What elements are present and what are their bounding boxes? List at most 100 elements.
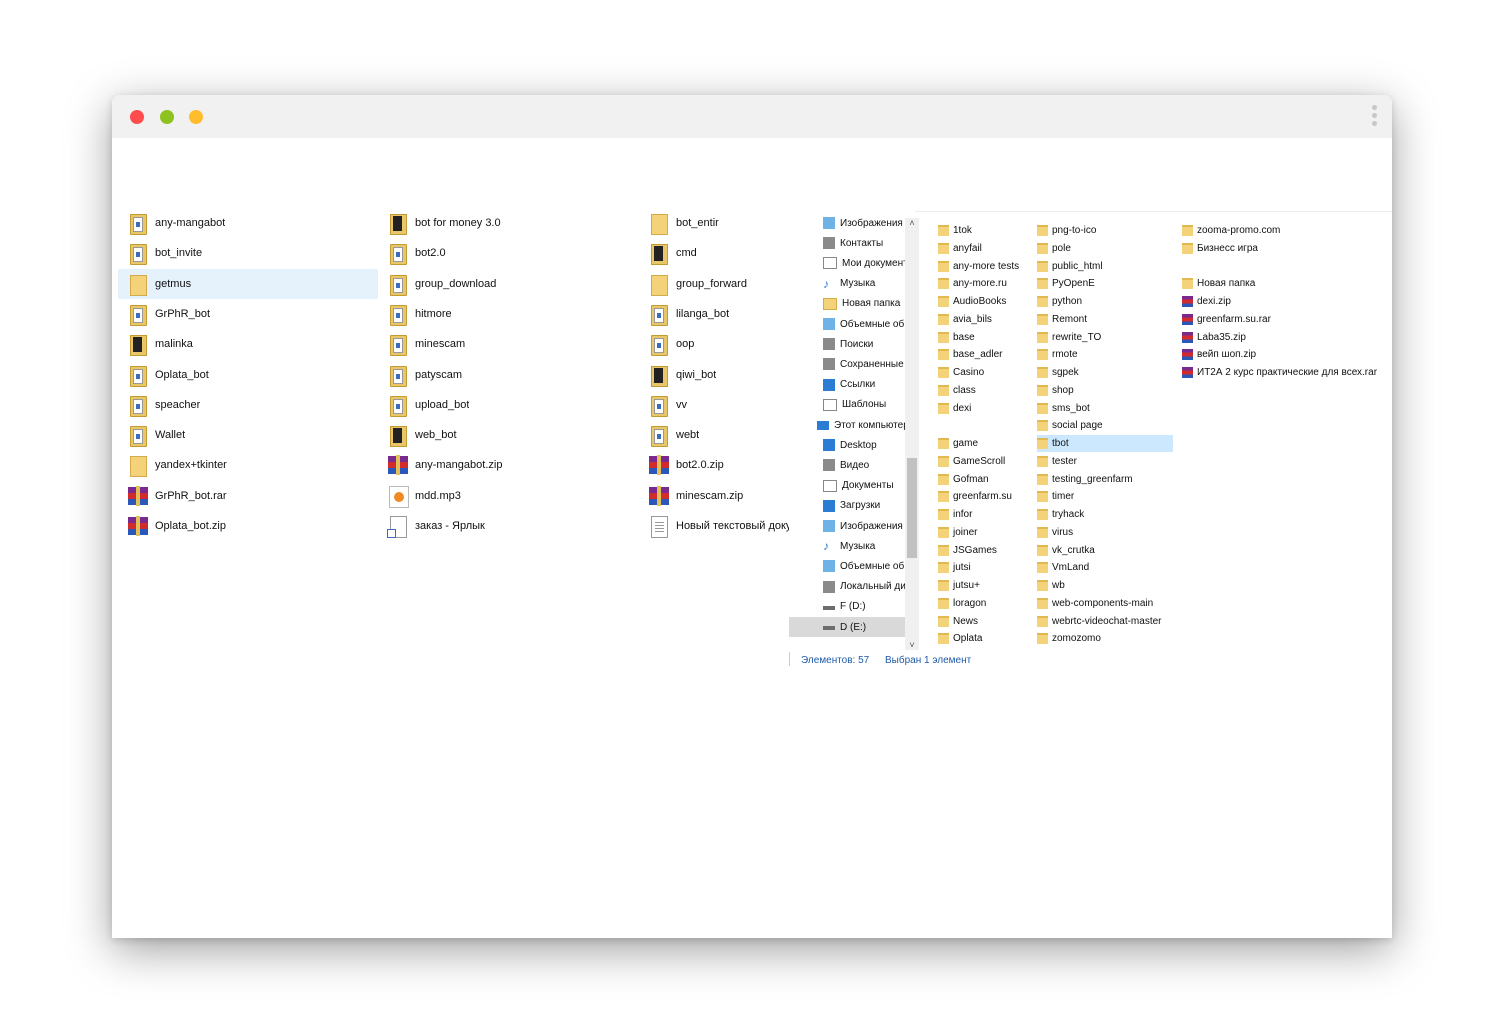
file-item[interactable]: patyscam (378, 360, 638, 390)
file-list-item[interactable]: sms_bot (1037, 400, 1173, 417)
nav-item[interactable]: Ссылки (789, 375, 905, 395)
file-item[interactable]: Oplata_bot (118, 360, 378, 390)
file-list-item[interactable]: VmLand (1037, 559, 1173, 576)
more-menu-icon[interactable] (1370, 105, 1378, 129)
nav-item[interactable]: Изображения (789, 516, 905, 536)
nav-item[interactable]: Объемные об (789, 556, 905, 576)
file-list-item[interactable]: virus (1037, 524, 1173, 541)
file-item[interactable]: any-mangabot (118, 208, 378, 238)
nav-item[interactable]: F (D:) (789, 597, 905, 617)
nav-item[interactable]: ♪ Музыка (789, 274, 905, 294)
file-list-item[interactable]: News (938, 613, 1033, 630)
file-list-item[interactable]: jutsi (938, 559, 1033, 576)
file-list-item[interactable]: timer (1037, 488, 1173, 505)
file-list-item[interactable]: rewrite_TO (1037, 329, 1173, 346)
file-list-item[interactable]: ИТ2А 2 курс практические для всех.rar (1182, 364, 1382, 381)
file-item[interactable]: bot2.0 (378, 238, 638, 268)
file-list-item[interactable]: rmote (1037, 346, 1173, 363)
nav-item[interactable]: Шаблоны (789, 395, 905, 415)
file-item[interactable]: bot_invite (118, 238, 378, 268)
file-item[interactable]: hitmore (378, 299, 638, 329)
file-item[interactable]: malinka (118, 329, 378, 359)
file-list-item[interactable]: class (938, 382, 1033, 399)
scroll-thumb[interactable] (907, 458, 917, 558)
file-list-item[interactable]: 1tok (938, 222, 1033, 239)
file-item[interactable]: Wallet (118, 420, 378, 450)
minimize-button[interactable] (160, 110, 174, 124)
file-list-item[interactable]: web-components-main (1037, 595, 1173, 612)
file-item[interactable]: any-mangabot.zip (378, 450, 638, 480)
file-item[interactable]: bot for money 3.0 (378, 208, 638, 238)
file-list-item[interactable]: jutsu+ (938, 577, 1033, 594)
file-list-item[interactable]: Новая папка (1182, 275, 1382, 292)
file-list-item[interactable]: greenfarm.su (938, 488, 1033, 505)
file-list-item[interactable]: social page (1037, 417, 1173, 434)
file-list-item[interactable]: base (938, 329, 1033, 346)
nav-item[interactable]: Контакты (789, 233, 905, 253)
nav-item[interactable]: Документы (789, 476, 905, 496)
file-list-item[interactable]: greenfarm.su.rar (1182, 311, 1382, 328)
nav-item[interactable]: Локальный ди (789, 577, 905, 597)
file-list-item[interactable]: sgpek (1037, 364, 1173, 381)
file-list-item[interactable]: zooma-promo.com (1182, 222, 1382, 239)
file-list-item[interactable]: png-to-ico (1037, 222, 1173, 239)
file-list-item[interactable]: python (1037, 293, 1173, 310)
nav-scrollbar[interactable]: ˄ ˅ (905, 218, 919, 650)
file-list-item[interactable]: game (938, 435, 1033, 452)
nav-item[interactable]: Изображения (789, 213, 905, 233)
file-list-item[interactable]: pole (1037, 240, 1173, 257)
file-list-item[interactable]: dexi.zip (1182, 293, 1382, 310)
file-item[interactable]: minescam (378, 329, 638, 359)
file-item[interactable]: getmus (118, 268, 378, 299)
nav-item[interactable]: Видео (789, 455, 905, 475)
nav-item[interactable]: Загрузки (789, 496, 905, 516)
close-button[interactable] (130, 110, 144, 124)
maximize-button[interactable] (189, 110, 203, 124)
scroll-down-icon[interactable]: ˅ (907, 640, 917, 650)
file-list-item[interactable]: dexi (938, 400, 1033, 417)
nav-item[interactable]: Этот компьютер (789, 415, 905, 435)
nav-item[interactable]: Объемные об (789, 314, 905, 334)
nav-item[interactable]: Новая папка (789, 294, 905, 314)
file-item[interactable]: Oplata_bot.zip (118, 511, 378, 541)
file-list-item[interactable]: AudioBooks (938, 293, 1033, 310)
file-list-item[interactable]: zomozomo (1037, 630, 1173, 647)
file-list-item[interactable]: tryhack (1037, 506, 1173, 523)
file-item[interactable]: mdd.mp3 (378, 481, 638, 511)
file-item[interactable]: заказ - Ярлык (378, 511, 638, 541)
file-list-item[interactable]: Laba35.zip (1182, 329, 1382, 346)
nav-item[interactable]: Сохраненные (789, 354, 905, 374)
file-item[interactable]: group_download (378, 269, 638, 299)
file-item[interactable]: yandex+tkinter (118, 450, 378, 480)
file-list-item[interactable]: any-more tests (938, 258, 1033, 275)
nav-item[interactable]: Desktop (789, 435, 905, 455)
file-list-item[interactable]: any-more.ru (938, 275, 1033, 292)
file-list-item[interactable]: Remont (1037, 311, 1173, 328)
nav-item[interactable]: Мои документ (789, 253, 905, 273)
file-list-item[interactable]: joiner (938, 524, 1033, 541)
nav-item[interactable]: Поиски (789, 334, 905, 354)
file-list-item[interactable]: webrtc-videochat-master (1037, 613, 1173, 630)
file-list-item[interactable]: PyOpenE (1037, 275, 1173, 292)
file-list-item[interactable]: JSGames (938, 542, 1033, 559)
file-list-item[interactable]: tester (1037, 453, 1173, 470)
file-list-item[interactable]: вейп шоп.zip (1182, 346, 1382, 363)
file-list-item[interactable]: vk_crutka (1037, 542, 1173, 559)
nav-item[interactable]: ♪ Музыка (789, 536, 905, 556)
nav-item[interactable]: D (E:) (789, 617, 905, 637)
file-list-item[interactable]: wb (1037, 577, 1173, 594)
file-list-item[interactable]: Casino (938, 364, 1033, 381)
file-list-item[interactable]: infor (938, 506, 1033, 523)
file-list-item[interactable]: tbot (1037, 435, 1173, 452)
file-list-item[interactable]: shop (1037, 382, 1173, 399)
file-list-item[interactable]: Gofman (938, 471, 1033, 488)
file-list-item[interactable]: GameScroll (938, 453, 1033, 470)
file-list-item[interactable]: Oplata (938, 630, 1033, 647)
scroll-up-icon[interactable]: ˄ (907, 218, 917, 228)
file-item[interactable]: GrPhR_bot (118, 299, 378, 329)
file-item[interactable]: web_bot (378, 420, 638, 450)
file-list-item[interactable]: base_adler (938, 346, 1033, 363)
file-item[interactable]: GrPhR_bot.rar (118, 481, 378, 511)
file-list-item[interactable]: Бизнесс игра (1182, 240, 1382, 257)
file-list-item[interactable]: testing_greenfarm (1037, 471, 1173, 488)
